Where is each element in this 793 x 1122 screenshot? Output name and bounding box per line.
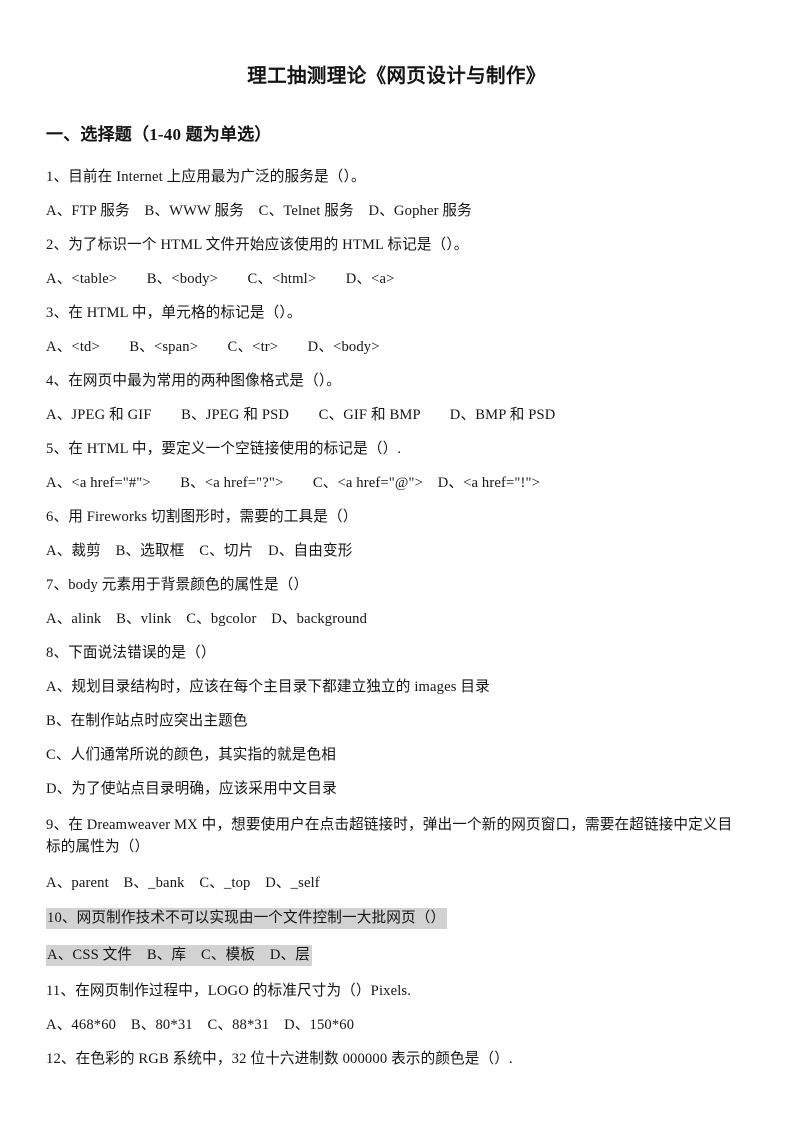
question-stem-7: 7、body 元素用于背景颜色的属性是（） bbox=[46, 577, 309, 593]
question-options-6: A、裁剪 B、选取框 C、切片 D、自由变形 bbox=[46, 543, 353, 559]
question-options-4: A、JPEG 和 GIF B、JPEG 和 PSD C、GIF 和 BMP D、… bbox=[46, 407, 556, 423]
question-options-1: A、FTP 服务 B、WWW 服务 C、Telnet 服务 D、Gopher 服… bbox=[46, 203, 472, 219]
question-options-10-highlighted: A、CSS 文件 B、库 C、模板 D、层 bbox=[46, 945, 747, 966]
question-stem-5: 5、在 HTML 中，要定义一个空链接使用的标记是（）. bbox=[46, 441, 402, 457]
highlight-span-stem-10: 10、网页制作技术不可以实现由一个文件控制一大批网页（） bbox=[46, 908, 448, 929]
question-options-9: A、parent B、_bank C、_top D、_self bbox=[46, 875, 320, 891]
question-options-11: A、468*60 B、80*31 C、88*31 D、150*60 bbox=[46, 1017, 355, 1033]
question-stem-9: 9、在 Dreamweaver MX 中，想要使用户在点击超链接时，弹出一个新的… bbox=[46, 817, 733, 855]
question-stem-3: 3、在 HTML 中，单元格的标记是（）。 bbox=[46, 305, 302, 321]
question-stem-6: 6、用 Fireworks 切割图形时，需要的工具是（） bbox=[46, 509, 358, 525]
highlight-span-options-10: A、CSS 文件 B、库 C、模板 D、层 bbox=[46, 945, 313, 966]
question-options-2: A、<table> B、<body> C、<html> D、<a> bbox=[46, 271, 395, 287]
section-heading: 一、选择题（1-40 题为单选） bbox=[46, 125, 272, 144]
question-options-3: A、<td> B、<span> C、<tr> D、<body> bbox=[46, 339, 380, 355]
question-stem-11: 11、在网页制作过程中，LOGO 的标准尺寸为（）Pixels. bbox=[46, 983, 412, 999]
question-stem-10-highlighted: 10、网页制作技术不可以实现由一个文件控制一大批网页（） bbox=[46, 908, 747, 929]
question-stem-4: 4、在网页中最为常用的两种图像格式是（）。 bbox=[46, 373, 342, 389]
question-stem-12: 12、在色彩的 RGB 系统中，32 位十六进制数 000000 表示的颜色是（… bbox=[46, 1051, 513, 1067]
question-option-8-b: B、在制作站点时应突出主题色 bbox=[46, 713, 248, 729]
question-option-8-a: A、规划目录结构时，应该在每个主目录下都建立独立的 images 目录 bbox=[46, 679, 490, 695]
question-option-8-d: D、为了使站点目录明确，应该采用中文目录 bbox=[46, 781, 337, 797]
document-page: 理工抽测理论《网页设计与制作》 一、选择题（1-40 题为单选） 1、目前在 I… bbox=[0, 0, 793, 1122]
question-options-7: A、alink B、vlink C、bgcolor D、background bbox=[46, 611, 368, 627]
page-title: 理工抽测理论《网页设计与制作》 bbox=[247, 66, 546, 87]
question-options-5: A、<a href="#"> B、<a href="?"> C、<a href=… bbox=[46, 475, 541, 491]
question-stem-1: 1、目前在 Internet 上应用最为广泛的服务是（）。 bbox=[46, 169, 366, 185]
question-stem-8: 8、下面说法错误的是（） bbox=[46, 645, 216, 661]
question-stem-2: 2、为了标识一个 HTML 文件开始应该使用的 HTML 标记是（）。 bbox=[46, 237, 469, 253]
question-option-8-c: C、人们通常所说的颜色，其实指的就是色相 bbox=[46, 747, 337, 763]
